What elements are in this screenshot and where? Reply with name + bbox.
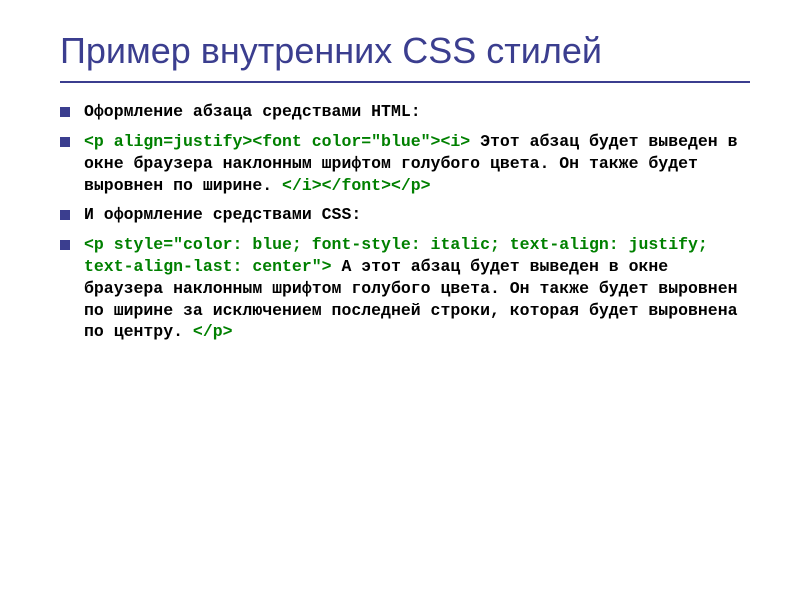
section-html-label: Оформление абзаца средствами HTML: (60, 101, 750, 123)
label-css: И оформление средствами CSS: (84, 204, 750, 226)
label-html: Оформление абзаца средствами HTML: (84, 101, 750, 123)
css-example: <p style="color: blue; font-style: itali… (84, 234, 750, 343)
code-close-tag: </p> (193, 322, 233, 341)
page-title: Пример внутренних CSS стилей (60, 30, 750, 83)
bullet-icon (60, 240, 70, 250)
bullet-icon (60, 210, 70, 220)
html-example: <p align=justify><font color="blue"><i> … (84, 131, 750, 196)
slide-container: Пример внутренних CSS стилей Оформление … (0, 0, 800, 600)
bullet-icon (60, 107, 70, 117)
bullet-icon (60, 137, 70, 147)
code-close-tag: </i></font></p> (282, 176, 431, 195)
section-html-code: <p align=justify><font color="blue"><i> … (60, 131, 750, 196)
code-open-tag: <p align=justify><font color="blue"><i> (84, 132, 470, 151)
section-css-label: И оформление средствами CSS: (60, 204, 750, 226)
section-css-code: <p style="color: blue; font-style: itali… (60, 234, 750, 343)
